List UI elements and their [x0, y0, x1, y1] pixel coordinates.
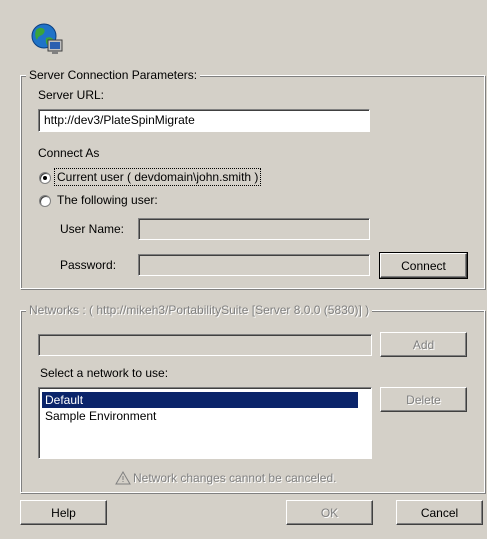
connect-button[interactable]: Connect — [379, 252, 468, 279]
username-label: User Name: — [60, 222, 125, 236]
list-item-default[interactable]: Default — [42, 392, 358, 408]
ok-button[interactable]: OK — [286, 500, 373, 525]
server-url-label: Server URL: — [38, 88, 105, 102]
globe-computer-icon — [28, 20, 64, 56]
password-label: Password: — [60, 258, 117, 272]
following-user-radio[interactable] — [39, 195, 51, 207]
warning-text: Network changes cannot be canceled. — [133, 471, 337, 485]
help-button[interactable]: Help — [20, 500, 107, 525]
new-network-input[interactable] — [38, 334, 372, 356]
select-network-label: Select a network to use: — [40, 366, 169, 380]
current-user-label[interactable]: Current user ( devdomain\john.smith ) — [53, 168, 262, 186]
password-input[interactable] — [138, 254, 370, 276]
add-button[interactable]: Add — [380, 332, 467, 357]
networks-group-title: Networks : ( http://mikeh3/PortabilitySu… — [26, 303, 373, 317]
list-item-sample-environment[interactable]: Sample Environment — [42, 408, 159, 424]
server-url-input[interactable]: http://dev3/PlateSpinMigrate — [38, 109, 370, 132]
cancel-button[interactable]: Cancel — [396, 500, 483, 525]
connect-as-label: Connect As — [38, 146, 100, 160]
server-group-title: Server Connection Parameters: — [26, 68, 201, 82]
following-user-label[interactable]: The following user: — [57, 193, 158, 207]
network-listbox[interactable]: Default Sample Environment — [38, 387, 372, 459]
username-input[interactable] — [138, 218, 370, 240]
current-user-radio[interactable] — [39, 172, 51, 184]
warning-icon — [115, 471, 131, 485]
delete-button[interactable]: Delete — [380, 387, 467, 412]
